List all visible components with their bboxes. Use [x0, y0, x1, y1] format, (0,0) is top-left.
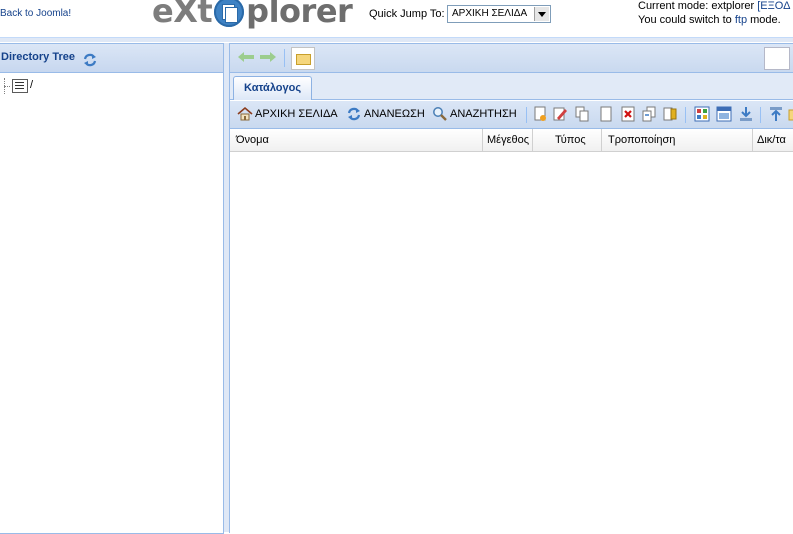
- drive-icon: [12, 79, 28, 93]
- home-button[interactable]: ΑΡΧΙΚΗ ΣΕΛΙΔΑ: [237, 106, 341, 122]
- directory-tree-title: Directory Tree: [1, 51, 75, 63]
- directory-tree-header: Directory Tree: [0, 44, 223, 73]
- column-type-label: Τύπος: [555, 134, 586, 146]
- switch-mode-suffix: mode.: [750, 14, 781, 26]
- upload-icon[interactable]: [768, 106, 784, 122]
- move-icon[interactable]: [641, 106, 657, 122]
- column-modified[interactable]: Τροποποίηση: [602, 129, 753, 151]
- logo-documents-icon: [214, 0, 245, 27]
- extplorer-logo: eXt plorer: [152, 0, 353, 31]
- header-divider: [0, 37, 793, 42]
- refresh-button[interactable]: ΑΝΑΝΕΩΣΗ: [346, 106, 426, 122]
- download-icon[interactable]: [738, 106, 754, 122]
- copy-icon[interactable]: [574, 106, 590, 122]
- logo-text-left: eXt: [152, 0, 213, 30]
- search-icon: [433, 107, 447, 121]
- back-arrow-icon[interactable]: [238, 52, 254, 62]
- column-name-label: Όνομα: [236, 134, 269, 146]
- reload-tree-icon[interactable]: [82, 52, 98, 68]
- permissions-icon[interactable]: [662, 106, 678, 122]
- back-to-joomla-link[interactable]: Back to Joomla!: [0, 8, 71, 19]
- tab-strip: Κατάλογος: [230, 73, 793, 100]
- tab-directory-label: Κατάλογος: [244, 82, 302, 94]
- action-toolbar: ΑΡΧΙΚΗ ΣΕΛΙΔΑ ΑΝΑΝΕΩΣΗ ΑΝΑΖΗΤΗΣΗ: [230, 101, 793, 129]
- tree-node-label: /: [30, 79, 34, 91]
- delete-icon[interactable]: [620, 106, 636, 122]
- edit-icon[interactable]: [552, 106, 568, 122]
- current-mode-line: Current mode: extplorer [ΕΞΟΔ: [638, 0, 790, 12]
- new-file-icon[interactable]: [532, 106, 548, 122]
- directory-tree-panel: Directory Tree /: [0, 43, 224, 534]
- quick-jump-value: ΑΡΧΙΚΗ ΣΕΛΙΔΑ: [452, 8, 528, 19]
- chevron-down-icon[interactable]: [534, 7, 549, 21]
- search-button[interactable]: ΑΝΑΖΗΤΗΣΗ: [432, 106, 520, 122]
- forward-arrow-icon[interactable]: [260, 52, 276, 62]
- column-modified-label: Τροποποίηση: [608, 134, 676, 146]
- file-grid-body[interactable]: [230, 152, 793, 533]
- column-permissions[interactable]: Δικ/τα: [753, 129, 793, 151]
- folder-icon[interactable]: [291, 47, 315, 70]
- file-browser-panel: Κατάλογος ΑΡΧΙΚΗ ΣΕΛΙΔΑ ΑΝΑΝΕΩΣΗ ΑΝΑΖΗΤΗ…: [229, 43, 793, 533]
- quick-jump-label: Quick Jump To:: [369, 8, 445, 20]
- path-input[interactable]: [764, 47, 790, 70]
- current-mode-text: Current mode: extplorer: [638, 0, 755, 12]
- folder-icon[interactable]: [788, 106, 793, 122]
- switch-ftp-link[interactable]: ftp: [735, 14, 747, 26]
- logout-link[interactable]: [ΕΞΟΔ: [757, 0, 790, 12]
- toolbar-separator: [760, 107, 761, 123]
- toolbar-separator: [685, 107, 686, 123]
- column-permissions-label: Δικ/τα: [757, 134, 786, 146]
- column-size-label: Μέγεθος: [487, 134, 530, 146]
- logo-text-right: plorer: [246, 0, 353, 30]
- quick-jump-select[interactable]: ΑΡΧΙΚΗ ΣΕΛΙΔΑ: [447, 5, 551, 23]
- toolbar-separator: [284, 49, 285, 67]
- toolbar-separator: [526, 107, 527, 123]
- home-button-label: ΑΡΧΙΚΗ ΣΕΛΙΔΑ: [255, 108, 338, 120]
- column-type[interactable]: Τύπος: [533, 129, 602, 151]
- column-size[interactable]: Μέγεθος: [483, 129, 533, 151]
- switch-mode-prefix: You could switch to: [638, 14, 732, 26]
- navigation-toolbar: [230, 44, 793, 73]
- tree-elbow-line: [4, 86, 10, 87]
- window-icon[interactable]: [716, 106, 732, 122]
- switch-mode-line: You could switch to ftp mode.: [638, 14, 781, 26]
- home-icon: [237, 106, 253, 121]
- refresh-button-label: ΑΝΑΝΕΩΣΗ: [364, 108, 425, 120]
- column-name[interactable]: Όνομα: [230, 129, 483, 151]
- app-header: Back to Joomla! eXt plorer Quick Jump To:…: [0, 0, 793, 40]
- tab-directory[interactable]: Κατάλογος: [233, 76, 312, 100]
- view-icons-icon[interactable]: [694, 106, 710, 122]
- refresh-icon: [347, 107, 361, 121]
- file-grid-header: Όνομα Μέγεθος Τύπος Τροποποίηση Δικ/τα: [230, 129, 793, 152]
- search-button-label: ΑΝΑΖΗΤΗΣΗ: [450, 108, 517, 120]
- new-document-icon[interactable]: [598, 106, 614, 122]
